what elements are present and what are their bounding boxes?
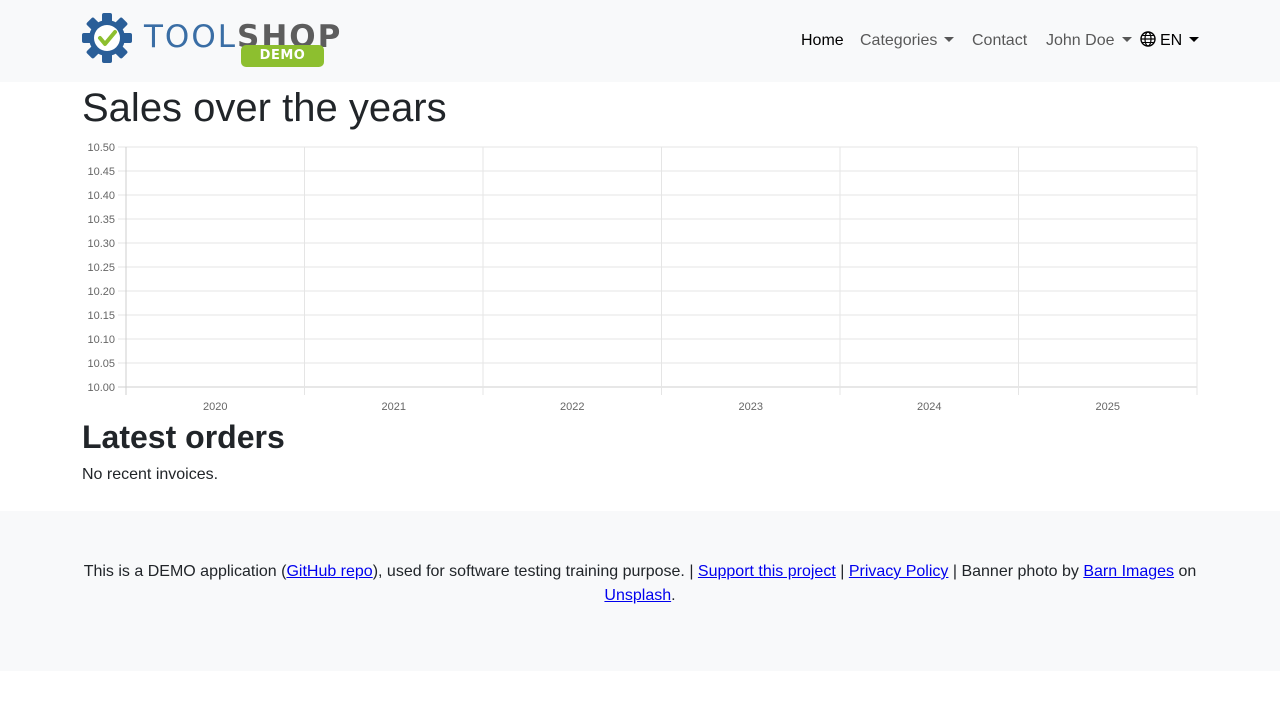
support-project-link[interactable]: Support this project [698,563,836,580]
x-tick-label: 2022 [560,401,584,413]
nav-home-link[interactable]: Home [801,30,844,54]
github-repo-link[interactable]: GitHub repo [286,563,372,580]
y-tick-label: 10.15 [87,310,115,322]
navbar: TOOLSHOP DEMO Home Categories Contact Jo… [0,0,1280,82]
chevron-down-icon [1121,37,1132,42]
privacy-policy-link[interactable]: Privacy Policy [849,563,949,580]
language-dropdown[interactable]: EN [1140,30,1200,54]
footer-separator: | [835,563,849,580]
y-tick-label: 10.35 [87,214,115,226]
y-tick-label: 10.40 [87,190,115,202]
y-tick-label: 10.45 [87,166,115,178]
y-tick-label: 10.50 [87,142,115,154]
footer: This is a DEMO application (GitHub repo)… [0,511,1280,671]
y-tick-label: 10.10 [87,334,115,346]
chevron-down-icon [1189,37,1200,42]
nav-user-label: John Doe [1046,32,1115,49]
demo-badge: DEMO [241,45,324,67]
y-tick-label: 10.00 [87,382,115,394]
x-tick-label: 2021 [382,401,406,413]
y-tick-label: 10.20 [87,286,115,298]
y-tick-label: 10.25 [87,262,115,274]
footer-text-part: ), used for software testing training pu… [372,563,698,580]
x-tick-label: 2025 [1096,401,1120,413]
nav-contact-link[interactable]: Contact [972,30,1027,54]
no-invoices-message: No recent invoices. [82,466,219,483]
barn-images-link[interactable]: Barn Images [1083,563,1174,580]
language-label: EN [1160,32,1183,49]
footer-text-part: This is a DEMO application ( [83,563,287,580]
y-tick-label: 10.05 [87,358,115,370]
footer-text-part: on [1174,563,1197,580]
chevron-down-icon [944,37,955,42]
nav-user-dropdown[interactable]: John Doe [1046,30,1132,54]
footer-text: This is a DEMO application (GitHub repo)… [60,560,1220,608]
x-tick-label: 2024 [917,401,941,413]
nav-categories-dropdown[interactable]: Categories [860,30,955,54]
globe-icon [1140,31,1156,47]
y-tick-label: 10.30 [87,238,115,250]
footer-text-part: . [671,587,676,604]
x-tick-label: 2020 [203,401,227,413]
sales-chart-svg: 10.00 10.05 10.10 10.15 10.20 10.25 10.30 10.35… [87,142,1198,413]
logo-tool-text: TOOL [144,19,238,55]
sales-chart: 10.00 10.05 10.10 10.15 10.20 10.25 10.30 10.35… [82,138,1202,418]
unsplash-link[interactable]: Unsplash [604,587,671,604]
toolshop-logo[interactable]: TOOLSHOP DEMO [82,13,340,69]
footer-text-part: | Banner photo by [948,563,1084,580]
latest-orders-title: Latest orders [82,419,285,455]
nav-categories-label: Categories [860,32,938,49]
gear-icon [82,13,132,63]
x-tick-label: 2023 [739,401,763,413]
page-title: Sales over the years [82,86,447,130]
